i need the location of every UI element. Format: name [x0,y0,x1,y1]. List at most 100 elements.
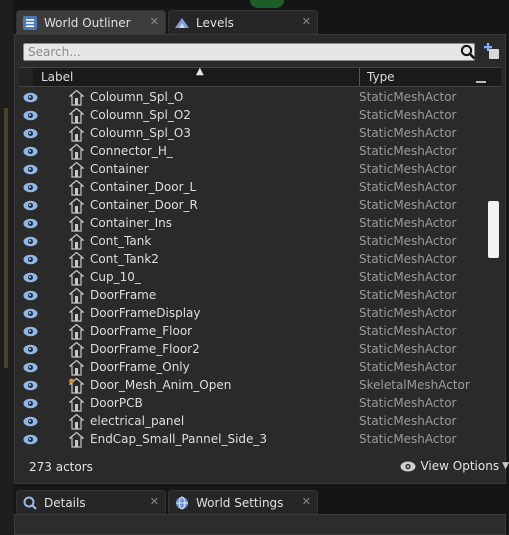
column-header: Label ▲ Type [19,66,501,87]
static-mesh-actor-icon [69,324,84,340]
visibility-eye-icon[interactable] [23,254,38,265]
table-row[interactable]: Cup_10_ StaticMeshActor [19,269,487,287]
visibility-eye-icon[interactable] [23,92,38,103]
visibility-column-header [19,68,33,86]
actor-label: Coloumn_Spl_O2 [90,108,191,122]
visibility-eye-icon[interactable] [23,146,38,157]
tab-world-settings[interactable]: World Settings ✕ [168,490,318,514]
actor-type: StaticMeshActor [359,432,457,446]
actor-type: StaticMeshActor [359,90,457,104]
label-column-header[interactable]: Label [41,70,73,84]
actor-label: Cont_Tank2 [90,252,159,266]
static-mesh-actor-icon [69,396,84,412]
static-mesh-actor-icon [69,252,84,268]
visibility-eye-icon[interactable] [23,182,38,193]
table-row[interactable]: Coloumn_Spl_O StaticMeshActor [19,89,487,107]
static-mesh-actor-icon [69,108,84,124]
table-row[interactable]: DoorFrame_Only StaticMeshActor [19,359,487,377]
sort-ascending-icon: ▲ [196,66,204,77]
actor-list: Coloumn_Spl_O StaticMeshActor Coloumn_Spl_… [19,89,487,451]
tab-details[interactable]: Details ✕ [16,490,166,514]
close-icon[interactable]: ✕ [150,15,159,28]
visibility-eye-icon[interactable] [23,398,38,409]
static-mesh-actor-icon [69,360,84,376]
column-options-icon[interactable] [475,72,487,84]
visibility-eye-icon[interactable] [23,416,38,427]
type-column-header[interactable]: Type [367,70,395,84]
visibility-eye-icon[interactable] [23,362,38,373]
close-icon[interactable]: ✕ [302,495,311,508]
table-row[interactable]: DoorPCB StaticMeshActor [19,395,487,413]
actor-label: Container_Door_L [90,180,197,194]
actor-label: DoorFrame_Floor [90,324,193,338]
table-row[interactable]: DoorFrame_Floor StaticMeshActor [19,323,487,341]
table-row[interactable]: Cont_Tank StaticMeshActor [19,233,487,251]
table-row[interactable]: DoorFrame_Floor2 StaticMeshActor [19,341,487,359]
list-icon [23,15,37,30]
table-row[interactable]: Container_Door_L StaticMeshActor [19,179,487,197]
search-row [23,43,499,63]
visibility-eye-icon[interactable] [23,164,38,175]
actor-label: Connector_H_ [90,144,173,158]
details-panel [14,514,506,535]
close-icon[interactable]: ✕ [302,15,311,28]
tab-world-outliner-label: World Outliner [44,15,131,30]
table-row[interactable]: Container StaticMeshActor [19,161,487,179]
viewport-indicator [250,0,284,8]
visibility-eye-icon[interactable] [23,236,38,247]
table-row[interactable]: Coloumn_Spl_O2 StaticMeshActor [19,107,487,125]
tab-levels[interactable]: Levels ✕ [168,10,318,34]
table-row[interactable]: Container_Ins StaticMeshActor [19,215,487,233]
search-input[interactable] [23,43,475,61]
actor-label: Container_Door_R [90,198,198,212]
bottom-tab-bar: Details ✕ World Settings ✕ [14,484,509,514]
table-row[interactable]: Cont_Tank2 StaticMeshActor [19,251,487,269]
static-mesh-actor-icon [69,414,84,430]
outliner-footer: 273 actors View Options ▼ [19,455,509,479]
visibility-eye-icon[interactable] [23,200,38,211]
actor-type: StaticMeshActor [359,108,457,122]
table-row[interactable]: electrical_panel StaticMeshActor [19,413,487,431]
table-row[interactable]: Coloumn_Spl_O3 StaticMeshActor [19,125,487,143]
visibility-eye-icon[interactable] [23,128,38,139]
visibility-eye-icon[interactable] [23,434,38,445]
actor-label: DoorFrame [90,288,157,302]
top-tab-bar: World Outliner ✕ Levels ✕ [14,0,509,34]
actor-type: SkeletalMeshActor [359,378,470,392]
tab-world-settings-label: World Settings [196,495,284,510]
table-row[interactable]: DoorFrameDisplay StaticMeshActor [19,305,487,323]
actor-type: StaticMeshActor [359,270,457,284]
actor-label: Cont_Tank [90,234,152,248]
table-row[interactable]: DoorFrame StaticMeshActor [19,287,487,305]
scrollbar-thumb[interactable] [488,201,499,258]
actor-type: StaticMeshActor [359,396,457,410]
table-row[interactable]: Door_Mesh_Anim_Open SkeletalMeshActor [19,377,487,395]
search-icon[interactable] [460,44,476,60]
table-row[interactable]: Connector_H_ StaticMeshActor [19,143,487,161]
eye-icon [400,461,416,471]
visibility-eye-icon[interactable] [23,110,38,121]
visibility-eye-icon[interactable] [23,290,38,301]
vertical-scrollbar[interactable] [489,89,501,451]
column-divider[interactable] [359,68,360,86]
visibility-eye-icon[interactable] [23,344,38,355]
view-options-button[interactable]: View Options ▼ [400,459,509,473]
static-mesh-actor-icon [69,288,84,304]
close-icon[interactable]: ✕ [150,495,159,508]
add-filter-icon[interactable] [483,43,501,61]
static-mesh-actor-icon [69,432,84,448]
static-mesh-actor-icon [69,162,84,178]
table-row[interactable]: Container_Door_R StaticMeshActor [19,197,487,215]
visibility-eye-icon[interactable] [23,218,38,229]
visibility-eye-icon[interactable] [23,272,38,283]
table-row[interactable]: EndCap_Small_Pannel_Side_3 StaticMeshActo… [19,431,487,449]
actor-label: Door_Mesh_Anim_Open [90,378,232,392]
visibility-eye-icon[interactable] [23,380,38,391]
actor-type: StaticMeshActor [359,162,457,176]
visibility-eye-icon[interactable] [23,326,38,337]
actor-label: Coloumn_Spl_O3 [90,126,191,140]
actor-label: DoorFrame_Floor2 [90,342,200,356]
levels-icon [175,17,189,28]
visibility-eye-icon[interactable] [23,308,38,319]
tab-world-outliner[interactable]: World Outliner ✕ [16,10,166,34]
